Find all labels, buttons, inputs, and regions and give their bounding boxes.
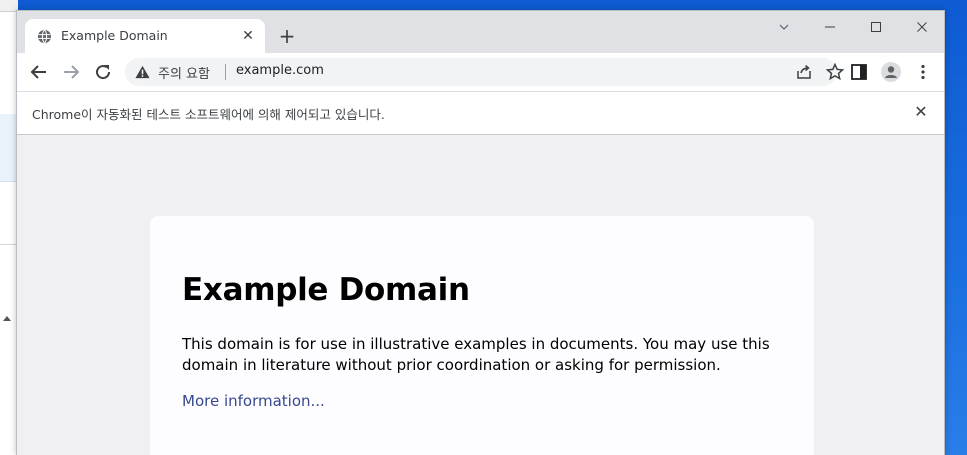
forward-arrow-icon[interactable] (59, 60, 83, 84)
tab-close-icon[interactable]: ✕ (239, 27, 257, 45)
share-icon[interactable] (795, 63, 813, 81)
maximize-icon[interactable] (861, 15, 891, 39)
security-status-label[interactable]: 주의 요함 (158, 63, 210, 82)
address-separator (225, 64, 226, 80)
bookmark-star-icon[interactable] (825, 62, 845, 82)
scroll-up-arrow-icon[interactable] (3, 316, 11, 321)
new-tab-button[interactable]: + (275, 25, 299, 49)
minimize-icon[interactable] (815, 15, 845, 39)
automation-infobar: Chrome이 자동화된 테스트 소프트웨어에 의해 제어되고 있습니다. ✕ (17, 91, 944, 135)
profile-avatar-icon[interactable] (881, 62, 901, 82)
side-panel-icon[interactable] (849, 62, 869, 82)
browser-toolbar: 주의 요함 example.com (17, 53, 944, 91)
warning-triangle-icon[interactable] (135, 65, 150, 79)
page-description: This domain is for use in illustrative e… (182, 335, 770, 374)
tab-example-domain[interactable]: Example Domain ✕ (25, 19, 265, 53)
tab-search-chevron-icon[interactable] (769, 15, 799, 39)
kebab-menu-icon[interactable] (913, 62, 933, 82)
url-text[interactable]: example.com (236, 63, 324, 78)
tab-strip: Example Domain ✕ + (17, 11, 944, 53)
infobar-close-icon[interactable]: ✕ (912, 103, 930, 121)
browser-window: Example Domain ✕ + 주의 요함 example.com Chr… (16, 10, 945, 455)
more-information-link[interactable]: More information... (182, 392, 325, 410)
page-heading: Example Domain (182, 272, 470, 308)
tab-title: Example Domain (61, 28, 168, 43)
infobar-message: Chrome이 자동화된 테스트 소프트웨어에 의해 제어되고 있습니다. (32, 107, 385, 122)
content-card: Example Domain This domain is for use in… (150, 216, 814, 455)
reload-icon[interactable] (91, 60, 115, 84)
address-bar[interactable]: 주의 요함 example.com (125, 58, 845, 86)
window-close-icon[interactable] (907, 15, 937, 39)
globe-icon (37, 29, 52, 44)
page-viewport: Example Domain This domain is for use in… (17, 136, 944, 455)
back-arrow-icon[interactable] (27, 60, 51, 84)
